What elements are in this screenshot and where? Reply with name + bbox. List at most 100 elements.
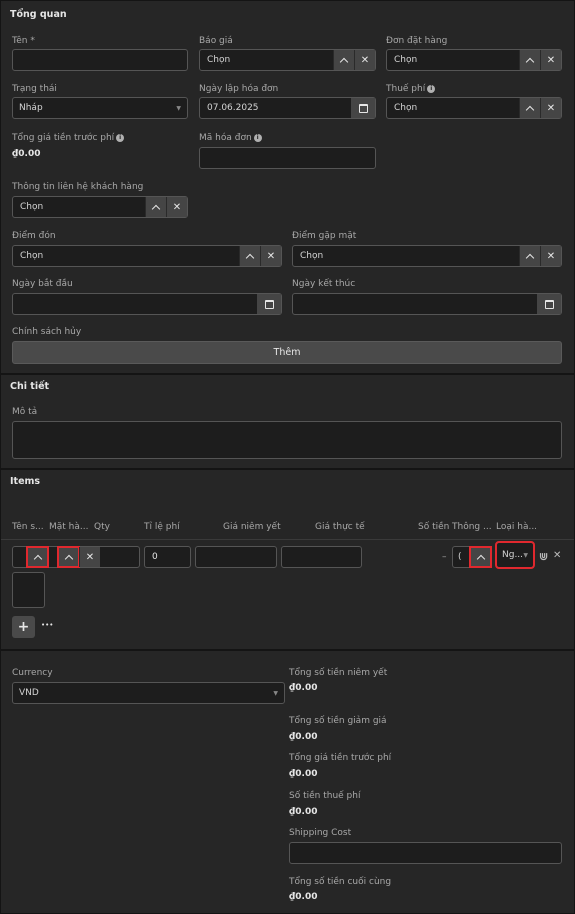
start-date-label: Ngày bắt đầu	[12, 279, 73, 289]
close-icon[interactable]: ✕	[540, 98, 561, 118]
end-date-label: Ngày kết thúc	[292, 279, 356, 289]
pretax-total-label: Tổng giá tiền trước phí i	[12, 133, 125, 143]
info-select[interactable]: (	[452, 546, 492, 568]
chevron-up-icon[interactable]	[145, 197, 166, 217]
col-header-qty[interactable]: Qty	[94, 522, 110, 532]
pickup-select[interactable]: Chọn ✕	[12, 245, 282, 267]
actual-price-input[interactable]	[281, 546, 362, 568]
info-value: (	[458, 552, 462, 562]
chevron-up-icon[interactable]	[239, 246, 260, 266]
close-icon[interactable]: ✕	[166, 197, 187, 217]
status-label: Trạng thái	[12, 84, 57, 94]
items-panel: Items Tên s... Mặt hà... Qty Tỉ lệ phí G…	[0, 469, 575, 650]
currency-label: Currency	[12, 668, 53, 678]
close-icon[interactable]: ✕	[540, 246, 561, 266]
contact-select[interactable]: Chọn ✕	[12, 196, 188, 218]
pretax-total-value: ₫0.00	[12, 149, 41, 159]
chevron-up-icon[interactable]	[519, 98, 540, 118]
order-value: Chọn	[394, 55, 418, 65]
contact-value: Chọn	[20, 202, 44, 212]
meeting-select[interactable]: Chọn ✕	[292, 245, 562, 267]
name-input[interactable]	[12, 49, 188, 71]
invoice-date-field[interactable]: 07.06.2025	[199, 97, 376, 119]
list-total-label: Tổng số tiền niêm yết	[289, 668, 388, 678]
invoice-code-label-text: Mã hóa đơn	[199, 133, 252, 143]
rate-input[interactable]: 0	[144, 546, 191, 568]
final-total-label: Tổng số tiền cuối cùng	[289, 877, 392, 887]
invoice-date-value[interactable]: 07.06.2025	[200, 103, 351, 113]
more-options-icon[interactable]: •••	[41, 621, 53, 629]
close-icon[interactable]: ✕	[553, 550, 561, 561]
shipping-input[interactable]	[289, 842, 562, 864]
info-icon: i	[116, 134, 125, 142]
description-textarea[interactable]	[12, 421, 562, 459]
pretax-value: ₫0.00	[289, 769, 318, 779]
discount-label: Tổng số tiền giảm giá	[289, 716, 387, 726]
close-icon[interactable]: ✕	[540, 50, 561, 70]
close-icon[interactable]: ✕	[354, 50, 375, 70]
status-dropdown[interactable]: Nháp ▼	[12, 97, 188, 119]
chevron-up-icon[interactable]	[469, 546, 492, 568]
discount-value: ₫0.00	[289, 732, 318, 742]
invoice-code-input[interactable]	[199, 147, 376, 169]
quote-value: Chọn	[207, 55, 231, 65]
chevron-up-icon[interactable]	[57, 546, 80, 568]
info-icon: i	[427, 85, 436, 93]
plus-icon: +	[17, 619, 30, 635]
col-header-amount[interactable]: Số tiền	[418, 522, 449, 532]
shipping-label: Shipping Cost	[289, 828, 352, 838]
calendar-icon[interactable]	[257, 294, 281, 314]
close-icon[interactable]: ✕	[260, 246, 281, 266]
currency-dropdown[interactable]: VND ▼	[12, 682, 285, 704]
list-price-input[interactable]	[195, 546, 277, 568]
details-panel: Chi tiết Mô tả	[0, 374, 575, 469]
col-header-product[interactable]: Mặt hà...	[49, 522, 88, 532]
col-header-info[interactable]: Thông ...	[452, 522, 492, 532]
chevron-up-icon[interactable]	[333, 50, 354, 70]
drag-handle-icon[interactable]: ⋓	[539, 550, 548, 563]
pretax-total-label-text: Tổng giá tiền trước phí	[12, 133, 115, 143]
items-title: Items	[10, 476, 41, 487]
col-header-type[interactable]: Loại hà...	[496, 522, 537, 532]
cancel-policy-label: Chính sách hủy	[12, 327, 82, 337]
currency-value: VND	[19, 688, 39, 698]
tax-amount-value: ₫0.00	[289, 807, 318, 817]
order-select[interactable]: Chọn ✕	[386, 49, 562, 71]
col-header-name[interactable]: Tên s...	[12, 522, 44, 532]
calendar-icon[interactable]	[537, 294, 561, 314]
tax-amount-label: Số tiền thuế phí	[289, 791, 361, 801]
col-header-list-price[interactable]: Giá niêm yết	[223, 522, 281, 532]
amount-value: –	[442, 552, 447, 562]
description-label: Mô tả	[12, 407, 38, 417]
chevron-up-icon[interactable]	[519, 246, 540, 266]
rate-value: 0	[152, 552, 158, 562]
list-total-value: ₫0.00	[289, 683, 318, 693]
status-value: Nháp	[19, 103, 43, 113]
chevron-up-icon[interactable]	[519, 50, 540, 70]
pickup-value: Chọn	[20, 251, 44, 261]
quote-label: Báo giá	[199, 36, 233, 46]
col-header-rate[interactable]: Tỉ lệ phí	[144, 522, 180, 532]
add-item-button[interactable]: +	[12, 616, 35, 638]
overview-panel: Tổng quan Tên * Báo giá Chọn ✕ Đơn đặt h…	[0, 0, 575, 374]
add-cancel-policy-button[interactable]: Thêm	[12, 341, 562, 364]
totals-panel: Currency VND ▼ Tổng số tiền niêm yết ₫0.…	[0, 650, 575, 914]
chevron-up-icon[interactable]	[26, 546, 49, 568]
pickup-label: Điểm đón	[12, 231, 56, 241]
type-dropdown[interactable]: Ng... ▼	[495, 541, 535, 569]
col-header-actual-price[interactable]: Giá thực tế	[315, 522, 365, 532]
calendar-icon[interactable]	[351, 98, 375, 118]
invoice-date-label: Ngày lập hóa đơn	[199, 84, 279, 94]
quote-select[interactable]: Chọn ✕	[199, 49, 376, 71]
tax-select[interactable]: Chọn ✕	[386, 97, 562, 119]
caret-down-icon: ▼	[273, 689, 278, 697]
end-date-field[interactable]	[292, 293, 562, 315]
header-divider	[1, 539, 574, 540]
item-product-select[interactable]: ✕	[12, 546, 140, 568]
start-date-field[interactable]	[12, 293, 282, 315]
close-icon[interactable]: ✕	[79, 547, 100, 567]
contact-label: Thông tin liên hệ khách hàng	[12, 182, 144, 192]
overview-title: Tổng quan	[10, 9, 67, 20]
item-extra-field[interactable]	[12, 572, 45, 608]
caret-down-icon: ▼	[523, 551, 528, 559]
